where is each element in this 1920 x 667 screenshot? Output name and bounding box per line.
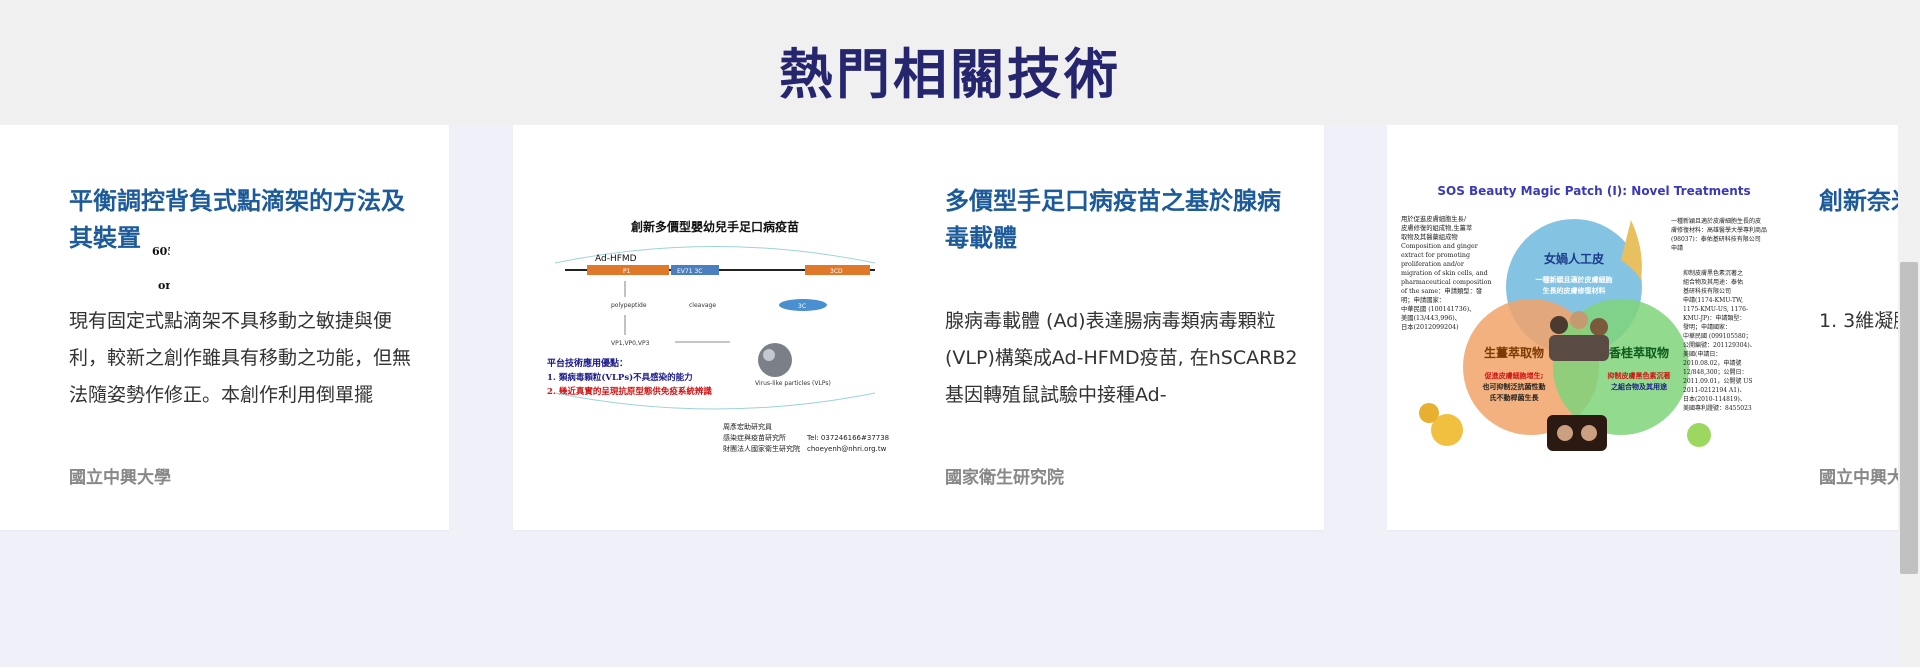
- face-shape: [1581, 425, 1597, 441]
- venn-sublabel: 生長的皮膚修復材料: [1543, 286, 1606, 295]
- step-label: cleavage: [689, 302, 716, 309]
- svg-text:組合物及其用途：泰佑: 組合物及其用途：泰佑: [1683, 278, 1743, 286]
- svg-text:日本(2012099204): 日本(2012099204): [1401, 322, 1459, 331]
- person-figure: [1570, 311, 1588, 329]
- person-figure: [1550, 316, 1568, 334]
- card-thumbnail[interactable]: SOS Beauty Magic Patch (I): Novel Treatm…: [1399, 175, 1779, 475]
- construct-label: Ad-HFMD: [595, 254, 637, 264]
- svg-text:膚修復材料：高雄醫學大學專利商品: 膚修復材料：高雄醫學大學專利商品: [1671, 226, 1767, 234]
- svg-text:2011-0212194 A1)、: 2011-0212194 A1)、: [1683, 387, 1745, 394]
- svg-text:(98037)：泰佑基研科技有限公司: (98037)：泰佑基研科技有限公司: [1671, 235, 1761, 243]
- venn-label: 香桂萃取物: [1608, 345, 1669, 360]
- ginger-illustration: [1419, 403, 1439, 423]
- note-left: 用於促進皮膚細胞生長/ 皮膚修復的組成物,生薑萃 取物及其醫藥組成物 Compo…: [1401, 214, 1491, 331]
- svg-text:公開編號：201129304)、: 公開編號：201129304)、: [1683, 341, 1756, 349]
- tech-card[interactable]: SOS Beauty Magic Patch (I): Novel Treatm…: [1387, 125, 1920, 530]
- venn-label: 生薑萃取物: [1484, 345, 1544, 360]
- advantage-item: 2. 幾近真實的呈現抗原型態供免疫系統辨識: [547, 386, 712, 397]
- face-photo: [1547, 415, 1607, 451]
- contact-email: choeyenh@nhri.org.tw: [807, 445, 887, 453]
- step-label: 3C: [798, 303, 806, 310]
- tech-card[interactable]: 創新多價型嬰幼兒手足口病疫苗 Ad-HFMD P1 EV71 3C 3CD po…: [513, 125, 1324, 530]
- svg-text:美國(申請日：: 美國(申請日：: [1683, 350, 1721, 358]
- svg-text:extract for promoting: extract for promoting: [1401, 252, 1470, 259]
- scrollbar-thumb[interactable]: [1900, 262, 1918, 574]
- venn-sublabel: 一種新穎且適於皮膚細胞: [1536, 275, 1613, 284]
- svg-text:申請: 申請: [1671, 244, 1683, 252]
- contact-line: 感染症與疫苗研究所: [723, 433, 786, 442]
- svg-text:2011.09.01，公開號 US: 2011.09.01，公開號 US: [1683, 377, 1752, 385]
- segment-label: P1: [623, 268, 631, 275]
- thumb-heading: 創新多價型嬰幼兒手足口病疫苗: [630, 219, 799, 234]
- advantages-title: 平台技術應用優點：: [547, 357, 628, 369]
- contact-line: 財團法人國家衛生研究院: [723, 444, 800, 453]
- svg-text:KMU-JP)：申請類型：: KMU-JP)：申請類型：: [1683, 314, 1745, 322]
- contact-line: 周彥宏助研究員: [723, 422, 772, 431]
- svg-text:取物及其醫藥組成物: 取物及其醫藥組成物: [1401, 232, 1458, 241]
- face-shape: [1557, 425, 1573, 441]
- card-title[interactable]: 平衡調控背負式點滴架的方法及其裝置: [69, 183, 424, 257]
- card-thumbnail[interactable]: 創新多價型嬰幼兒手足口病疫苗 Ad-HFMD P1 EV71 3C 3CD po…: [525, 175, 905, 475]
- svg-text:明；申請國家：: 明；申請國家：: [1401, 295, 1445, 304]
- segment-label: 3CD: [830, 268, 843, 275]
- svg-text:美國專利證號：8455023: 美國專利證號：8455023: [1683, 404, 1752, 412]
- advantage-item: 1. 類病毒顆粒(VLPs)不具感染的能力: [547, 372, 693, 383]
- venn-sublabel: 之組合物及其用途: [1611, 382, 1668, 391]
- section-title: 熱門相關技術: [779, 43, 1121, 106]
- tech-card[interactable]: 6050 or 平衡調控背負式點滴架的方法及其裝置 現有固定式點滴架不具移動之敏…: [0, 125, 449, 530]
- svg-text:12/848,300；公開日：: 12/848,300；公開日：: [1683, 369, 1747, 376]
- people-group: [1549, 335, 1609, 361]
- svg-text:基研科技有限公司: 基研科技有限公司: [1683, 287, 1731, 295]
- svg-text:2010.08.02，申請號: 2010.08.02，申請號: [1683, 359, 1741, 367]
- vlp-label: Virus-like particles (VLPs): [755, 380, 831, 387]
- venn-sublabel: 也可抑制泛抗菌性動: [1483, 382, 1546, 391]
- person-figure: [1590, 318, 1608, 336]
- note-right-top: 一種新穎且適於皮膚細胞生長的皮 膚修復材料：高雄醫學大學專利商品 (98037)…: [1671, 217, 1767, 252]
- svg-text:美國(13/443,996)、: 美國(13/443,996)、: [1401, 313, 1461, 322]
- card-description: 現有固定式點滴架不具移動之敏捷與便利，較新之創作雖具有移動之功能，但無法隨姿勢作…: [69, 310, 412, 406]
- card-organization: 國立中興大學: [69, 468, 171, 488]
- note-right-bottom: 抑制皮膚黑色素沉著之 組合物及其用途：泰佑 基研科技有限公司 申請(1174-K…: [1683, 269, 1756, 412]
- vlp-highlight: [763, 349, 775, 361]
- svg-text:發明；申請國家：: 發明；申請國家：: [1683, 323, 1731, 331]
- flower-illustration: [1687, 423, 1711, 447]
- svg-text:中華民國 (099105580；: 中華民國 (099105580；: [1683, 332, 1752, 340]
- svg-text:中華民國 (100141736)、: 中華民國 (100141736)、: [1401, 304, 1475, 313]
- svg-text:migration of skin cells, and: migration of skin cells, and: [1401, 270, 1488, 277]
- venn-sublabel: 抑制皮膚黑色素沉著: [1608, 371, 1671, 380]
- segment-label: EV71 3C: [677, 268, 702, 275]
- svg-text:1175-KMU-US, 1176-: 1175-KMU-US, 1176-: [1683, 306, 1748, 313]
- venn-sublabel: 促進皮膚細胞增生;: [1484, 371, 1544, 380]
- venn-label: 女媧人工皮: [1544, 251, 1604, 266]
- svg-text:of the same：申請類型：發: of the same：申請類型：發: [1401, 286, 1483, 295]
- svg-text:proliferation and/or: proliferation and/or: [1401, 261, 1465, 268]
- svg-text:抑制皮膚黑色素沉著之: 抑制皮膚黑色素沉著之: [1683, 269, 1743, 277]
- svg-text:日本(2010-114819)、: 日本(2010-114819)、: [1683, 395, 1746, 403]
- intermediate-label: VP1,VP0,VP3: [611, 340, 650, 347]
- contact-tel: Tel: 037246166#37738: [806, 434, 889, 442]
- thumb-heading: SOS Beauty Magic Patch (I): Novel Treatm…: [1437, 184, 1750, 198]
- vlp-particle: [758, 343, 792, 377]
- svg-text:皮膚修復的組成物,生薑萃: 皮膚修復的組成物,生薑萃: [1401, 223, 1472, 232]
- venn-sublabel: 氏不動桿菌生長: [1490, 393, 1540, 402]
- svg-text:Composition and ginger: Composition and ginger: [1401, 243, 1479, 250]
- card-organization: 國家衛生研究院: [945, 468, 1064, 488]
- svg-text:用於促進皮膚細胞生長/: 用於促進皮膚細胞生長/: [1401, 214, 1467, 223]
- svg-text:一種新穎且適於皮膚細胞生長的皮: 一種新穎且適於皮膚細胞生長的皮: [1671, 217, 1761, 225]
- card-title[interactable]: 多價型手足口病疫苗之基於腺病毒載體: [945, 183, 1300, 257]
- card-description: 腺病毒載體 (Ad)表達腸病毒類病毒顆粒(VLP)構築成Ad-HFMD疫苗, 在…: [945, 310, 1298, 406]
- step-label: polypeptide: [611, 302, 647, 309]
- svg-text:申請(1174-KMU-TW,: 申請(1174-KMU-TW,: [1683, 296, 1743, 304]
- thumb-text: or: [158, 279, 170, 292]
- svg-text:pharmaceutical composition: pharmaceutical composition: [1401, 279, 1491, 286]
